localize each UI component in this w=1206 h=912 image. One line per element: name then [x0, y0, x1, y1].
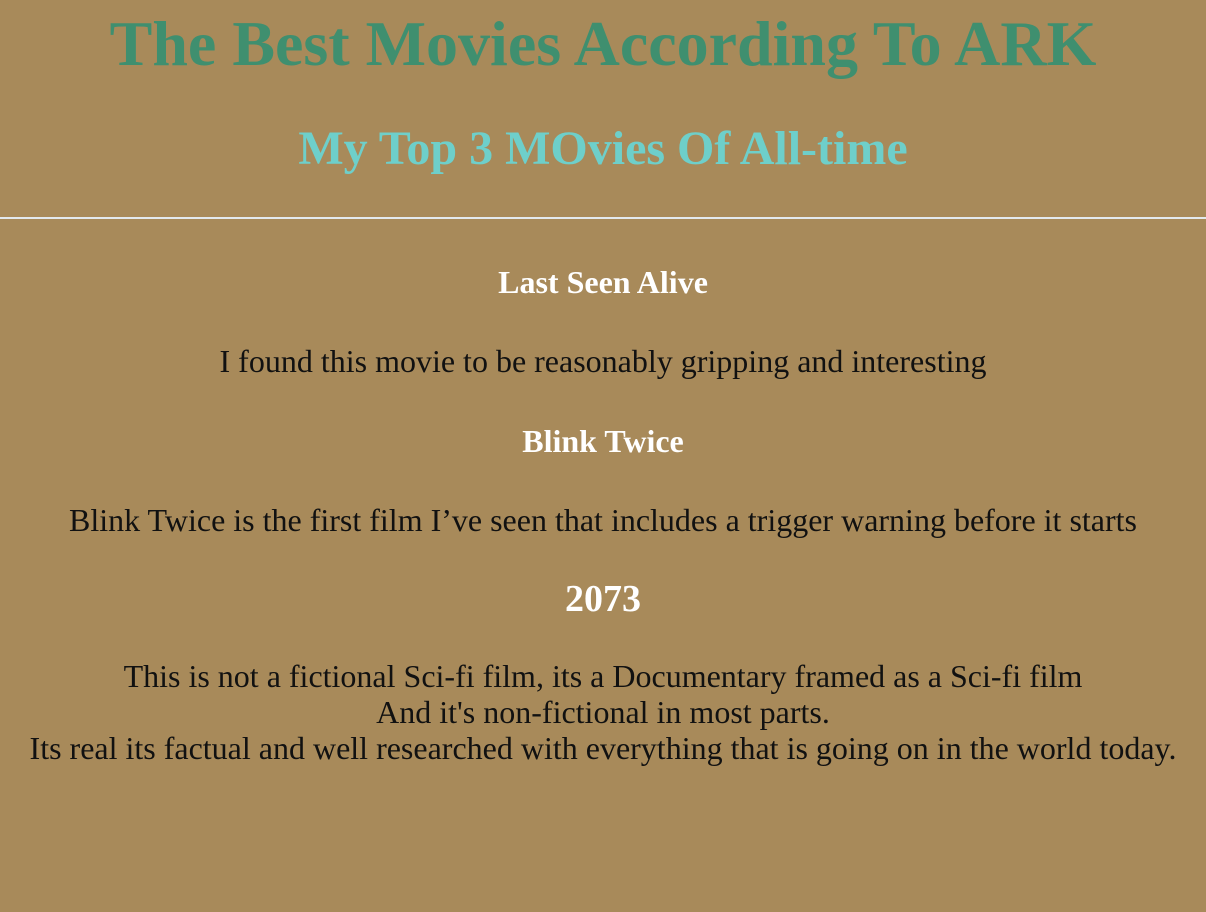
movie-description-2073: This is not a fictional Sci-fi film, its… [0, 658, 1206, 766]
movie-description-line: This is not a fictional Sci-fi film, its… [123, 658, 1083, 694]
page-title: The Best Movies According To ARK [109, 8, 1097, 79]
movie-description-line: Its real its factual and well researched… [29, 730, 1177, 766]
movie-title-blink-twice: Blink Twice [522, 423, 684, 459]
movie-description-last-seen-alive: I found this movie to be reasonably grip… [219, 343, 987, 379]
movie-description-line: And it's non-fictional in most parts. [376, 694, 830, 730]
section-divider [0, 217, 1206, 219]
page-subtitle: My Top 3 MOvies Of All-time [298, 122, 908, 175]
movie-description-blink-twice: Blink Twice is the first film I’ve seen … [69, 502, 1137, 538]
page: The Best Movies According To ARK My Top … [0, 0, 1206, 912]
movie-title-last-seen-alive: Last Seen Alive [498, 264, 708, 300]
movie-title-2073: 2073 [565, 578, 641, 620]
